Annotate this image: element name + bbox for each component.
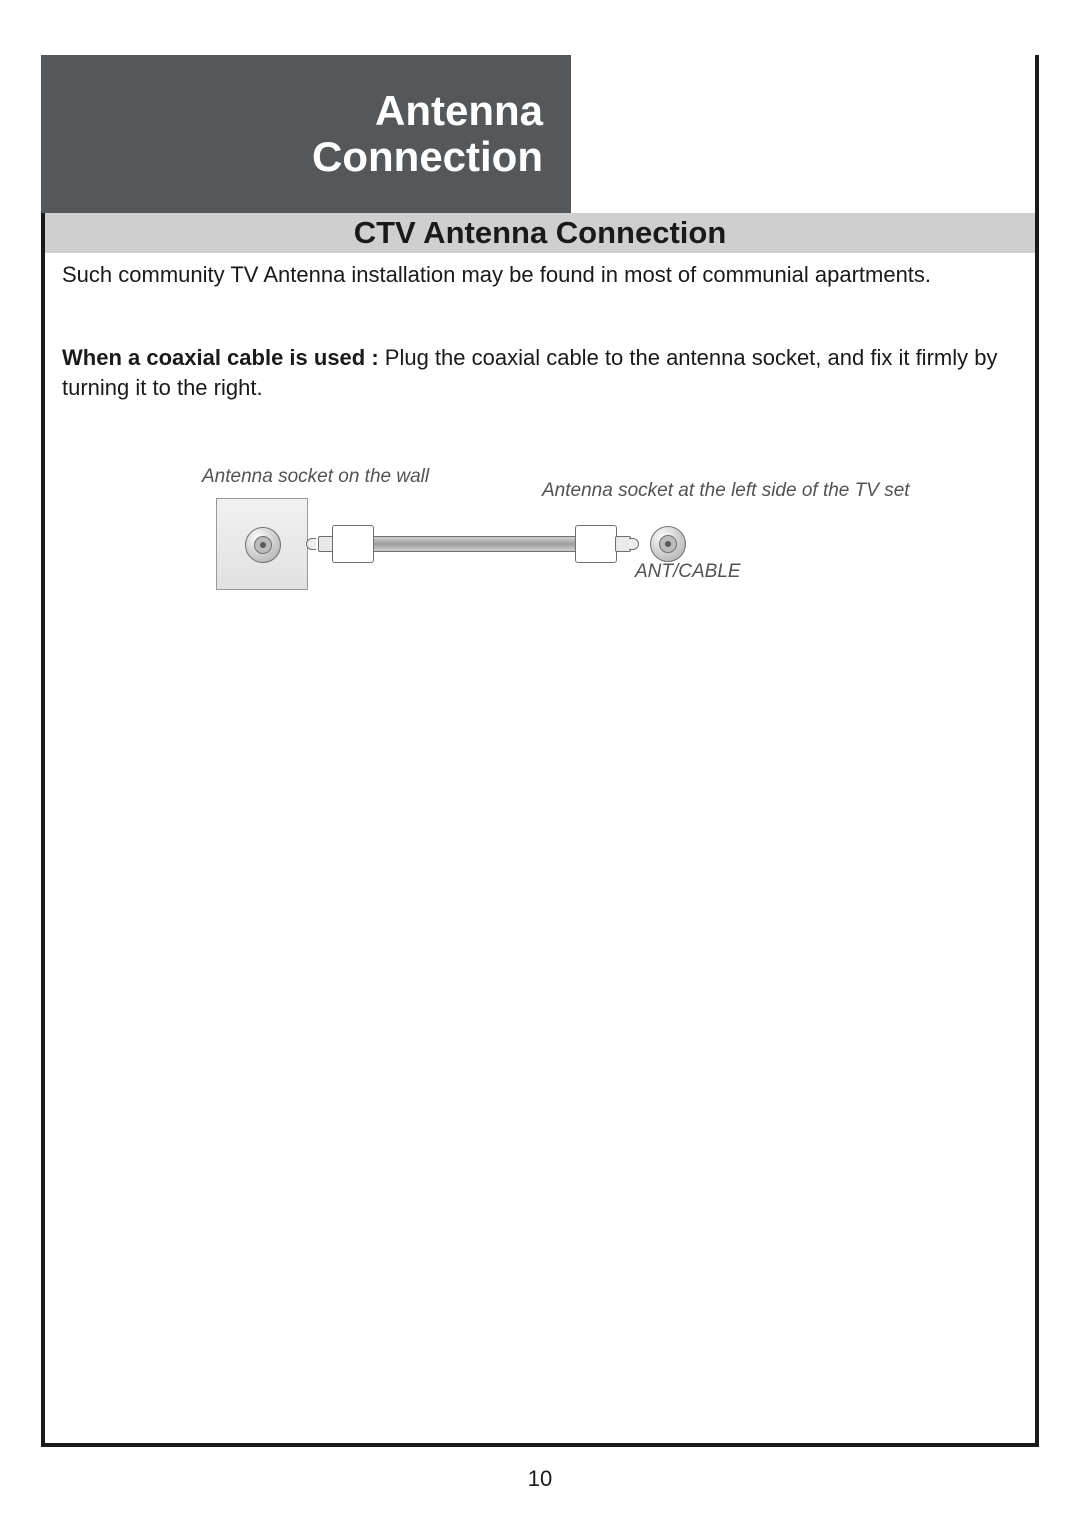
tv-coax-connector-pin: [665, 541, 671, 547]
section-title-bar: CTV Antenna Connection: [45, 213, 1035, 253]
wall-socket-label: Antenna socket on the wall: [202, 466, 429, 488]
wall-plate-icon: [216, 498, 308, 590]
tv-socket-label: Antenna socket at the left side of the T…: [542, 480, 910, 502]
chapter-title-line1: Antenna: [375, 88, 543, 134]
coax-connector-icon: [245, 527, 281, 563]
tv-coax-connector-icon: [650, 526, 686, 562]
coax-connector-pin: [260, 542, 266, 548]
cable-tip-right-icon: [629, 538, 639, 550]
section-title: CTV Antenna Connection: [354, 215, 727, 251]
tv-coax-connector-inner: [659, 535, 677, 553]
cable-plug-left-icon: [332, 525, 374, 563]
cable-plug-right-icon: [575, 525, 617, 563]
manual-page: Antenna Connection CTV Antenna Connectio…: [0, 0, 1080, 1529]
coax-connector-inner: [254, 536, 272, 554]
chapter-title-bar: Antenna Connection: [41, 55, 571, 213]
page-number: 10: [0, 1466, 1080, 1492]
coax-paragraph: When a coaxial cable is used : Plug the …: [62, 343, 1022, 402]
coax-cable-icon: [374, 536, 575, 552]
ant-cable-label: ANT/CABLE: [635, 561, 741, 583]
coax-label: When a coaxial cable is used :: [62, 345, 385, 370]
cable-tip-left-icon: [306, 538, 316, 550]
intro-paragraph: Such community TV Antenna installation m…: [62, 260, 1022, 290]
chapter-title-line2: Connection: [312, 134, 543, 180]
connection-diagram: Antenna socket on the wall Antenna socke…: [0, 430, 1080, 650]
